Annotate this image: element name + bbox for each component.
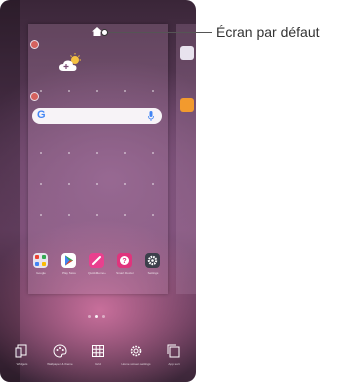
home-edit-toolbar: Widgets Wallpaper & theme Grid Home scre… bbox=[0, 336, 196, 382]
empty-slot-dot bbox=[152, 152, 154, 154]
empty-slot-dot bbox=[68, 152, 70, 154]
empty-slot-dot bbox=[40, 90, 42, 92]
previous-page-strip[interactable] bbox=[0, 0, 20, 382]
grid-icon bbox=[92, 345, 104, 357]
app-label: Smart Doctor bbox=[116, 271, 134, 275]
play-store-icon[interactable] bbox=[61, 253, 76, 268]
wallpaper-theme-icon bbox=[53, 344, 67, 358]
app-label: Google bbox=[36, 271, 46, 275]
home-settings-button[interactable]: Home screen settings bbox=[120, 336, 152, 376]
empty-slot-dot bbox=[40, 214, 42, 216]
empty-slot-dot bbox=[68, 90, 70, 92]
app-label: Play Store bbox=[62, 271, 76, 275]
default-screen-callout: Écran par défaut bbox=[216, 24, 320, 40]
weather-cloud-icon[interactable] bbox=[58, 52, 84, 74]
mic-icon[interactable] bbox=[148, 111, 154, 121]
settings-icon[interactable] bbox=[145, 253, 160, 268]
empty-slot-dot bbox=[124, 214, 126, 216]
empty-slot-dot bbox=[40, 183, 42, 185]
widgets-icon bbox=[15, 344, 27, 358]
empty-slot-dot bbox=[96, 183, 98, 185]
callout-leader-line bbox=[104, 32, 212, 33]
empty-slot-dot bbox=[152, 214, 154, 216]
empty-slot-dot bbox=[124, 152, 126, 154]
empty-slot-dot bbox=[124, 183, 126, 185]
settings-gear-icon bbox=[130, 345, 142, 357]
app-label: Settings bbox=[147, 271, 159, 275]
empty-slot-dot bbox=[96, 90, 98, 92]
empty-slot-dot bbox=[152, 90, 154, 92]
grid-button[interactable]: Grid bbox=[82, 336, 114, 376]
empty-slot-dot bbox=[68, 183, 70, 185]
svg-text:?: ? bbox=[122, 258, 126, 265]
google-folder-icon[interactable] bbox=[33, 253, 48, 268]
empty-slot-dot bbox=[68, 214, 70, 216]
app-label: QuickMemo+ bbox=[88, 271, 106, 275]
page-indicator-dot-active[interactable] bbox=[95, 315, 98, 318]
next-home-page[interactable] bbox=[176, 24, 196, 294]
grid-label: Grid bbox=[95, 362, 101, 366]
smart-doctor-icon[interactable]: ? bbox=[117, 253, 132, 268]
wallpaper-theme-button[interactable]: Wallpaper & theme bbox=[44, 336, 76, 376]
google-logo: G bbox=[37, 109, 46, 121]
wallpaper-theme-label: Wallpaper & theme bbox=[47, 362, 73, 366]
widgets-button[interactable]: Widgets bbox=[6, 336, 38, 376]
widgets-label: Widgets bbox=[16, 362, 28, 366]
empty-slot-dot bbox=[40, 152, 42, 154]
empty-slot-dot bbox=[124, 90, 126, 92]
next-page-app-icon bbox=[180, 98, 194, 112]
google-search-bar[interactable]: G bbox=[32, 108, 162, 124]
app-sort-icon bbox=[167, 344, 180, 358]
page-indicator-dot[interactable] bbox=[88, 315, 91, 318]
next-page-app-icon bbox=[180, 46, 194, 60]
quickmemo-icon[interactable] bbox=[89, 253, 104, 268]
empty-slot-dot bbox=[152, 183, 154, 185]
phone-screen: G Google Play Store QuickMemo+ ? Smart D… bbox=[0, 0, 196, 382]
empty-slot-dot bbox=[96, 152, 98, 154]
empty-slot-dot bbox=[96, 214, 98, 216]
callout-marker bbox=[101, 29, 108, 36]
page-indicator-dot[interactable] bbox=[102, 315, 105, 318]
app-sort-button[interactable]: App sort bbox=[158, 336, 190, 376]
home-settings-label: Home screen settings bbox=[121, 362, 151, 366]
app-sort-label: App sort bbox=[168, 362, 180, 366]
